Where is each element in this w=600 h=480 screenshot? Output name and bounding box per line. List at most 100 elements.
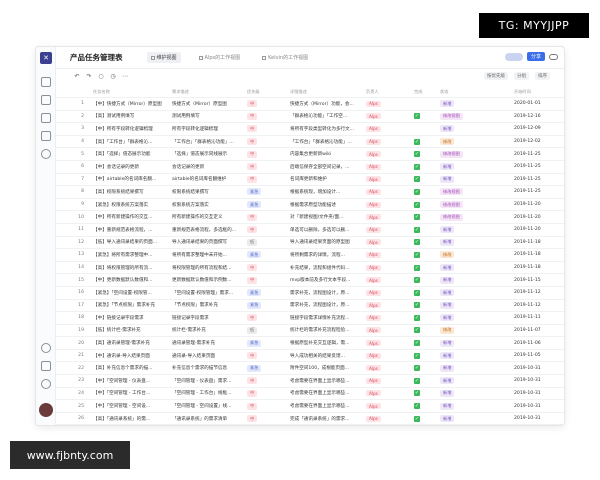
start-date-cell[interactable]: 2019-11-20 [514, 224, 564, 236]
assignee-cell[interactable]: Alps [366, 337, 404, 349]
assignee-cell[interactable]: Alps [366, 148, 404, 160]
table-row[interactable]: 6 【中】会话记录的更新 会话记录的更新中 后端信保存全部空间记录，... Alps ✓ 新… [56, 161, 564, 174]
header-cell[interactable]: 开始时间 [514, 87, 564, 97]
done-cell[interactable]: ✓ [414, 362, 436, 374]
assignee-cell[interactable]: Alps [366, 123, 404, 135]
requirement-cell[interactable]: 重新规范表格流程，多选框的... [172, 224, 244, 236]
requirement-cell[interactable]: 「工作台」「群表格沁功能」... [172, 136, 244, 148]
priority-cell[interactable]: 紧急 [247, 186, 287, 198]
priority-cell[interactable]: 紧急 [247, 337, 287, 349]
assignee-cell[interactable]: Alps [366, 186, 404, 198]
start-date-cell[interactable]: 2019-12-16 [514, 111, 564, 123]
done-cell[interactable]: ✓ [414, 274, 436, 286]
detail-cell[interactable]: 链接字段需求详情补充流程... [290, 312, 366, 324]
detail-cell[interactable]: 内容集合更新新wiki [290, 148, 366, 160]
check-icon[interactable]: ✓ [414, 390, 420, 397]
history-icon[interactable]: ◷ [110, 73, 116, 80]
header-cell[interactable]: 状态 [440, 87, 500, 97]
detail-cell[interactable]: 导入通讯录结果页面的原型图 [290, 237, 366, 249]
assignee-cell[interactable]: Alps [366, 350, 404, 362]
detail-cell[interactable]: 快捷方式（Mirror）功能，会... [290, 98, 366, 110]
status-cell[interactable]: 新增 [440, 274, 500, 286]
priority-cell[interactable]: 中 [247, 312, 287, 324]
start-date-cell[interactable]: 2019-11-06 [514, 337, 564, 349]
task-name-cell[interactable]: 【中】所有字段转化逻辑梳理 [93, 123, 163, 135]
task-name-cell[interactable]: 【紧急】权限系统方案落实 [93, 199, 163, 211]
file-icon[interactable] [41, 131, 51, 141]
header-cell[interactable]: 优先级 [247, 87, 287, 97]
start-date-cell[interactable]: 2019-10-31 [514, 375, 564, 387]
status-cell[interactable]: 修改 [440, 249, 500, 261]
assignee-cell[interactable]: Alps [366, 388, 404, 400]
header-cell[interactable]: 完成 [414, 87, 436, 97]
requirement-cell[interactable]: 更新数据默认数值和示例数... [172, 274, 244, 286]
header-cell[interactable]: 详细描述 [290, 87, 366, 97]
detail-cell[interactable]: 名词库更新和维护 [290, 174, 366, 186]
tab-alps-view[interactable]: Alps的工作视图 [195, 52, 245, 63]
check-icon[interactable]: ✓ [414, 340, 420, 347]
requirement-cell[interactable]: 将权限管理的所有流程和结... [172, 262, 244, 274]
status-cell[interactable]: 新增 [440, 375, 500, 387]
assignee-cell[interactable]: Alps [366, 249, 404, 261]
table-row[interactable]: 3 【中】所有字段转化逻辑梳理 所有字段转化逻辑梳理中 将所有字段类型转化为多行文..… [56, 123, 564, 136]
done-cell[interactable]: ✓ [414, 413, 436, 425]
check-icon[interactable]: ✓ [414, 188, 420, 195]
priority-cell[interactable]: 中 [247, 174, 287, 186]
collaborator-avatars[interactable] [504, 52, 523, 61]
task-name-cell[interactable]: 【中】重新规范表格流程，... [93, 224, 163, 236]
start-date-cell[interactable]: 2020-01-01 [514, 98, 564, 110]
status-cell[interactable]: 新增 [440, 98, 500, 110]
priority-cell[interactable]: 中 [247, 350, 287, 362]
status-cell[interactable]: 新增 [440, 413, 500, 425]
table-row[interactable]: 25 【中】「空间管理 - 空间设... 「空间管理 - 空间设置」线... 中 考虑需… [56, 400, 564, 413]
header-cell[interactable]: 负责人 [366, 87, 404, 97]
status-cell[interactable]: 新增 [440, 237, 500, 249]
done-cell[interactable]: ✓ [414, 186, 436, 198]
requirement-cell[interactable]: 将所有需求整理中未开始... [172, 249, 244, 261]
done-cell[interactable]: ✓ [414, 287, 436, 299]
priority-cell[interactable]: 中 [247, 388, 287, 400]
requirement-cell[interactable]: airtable的名词库名翻维护 [172, 174, 244, 186]
assignee-cell[interactable]: Alps [366, 98, 404, 110]
priority-cell[interactable]: 紧急 [247, 300, 287, 312]
detail-cell[interactable]: 将所有字段类型转化为多行文... [290, 123, 366, 135]
avatar[interactable] [39, 403, 53, 417]
detail-cell[interactable]: mvp版本前及多行文本字段... [290, 274, 366, 286]
task-name-cell[interactable]: 【紧急】将所有需求整理中... [93, 249, 163, 261]
done-cell[interactable]: ✓ [414, 375, 436, 387]
check-icon[interactable]: ✓ [414, 251, 420, 258]
task-name-cell[interactable]: 【高】权限系统结果撰写 [93, 186, 163, 198]
start-date-cell[interactable]: 2019-11-12 [514, 300, 564, 312]
check-icon[interactable]: ✓ [414, 239, 420, 246]
done-cell[interactable]: ✓ [414, 300, 436, 312]
task-name-cell[interactable]: 【中】会话记录的更新 [93, 161, 163, 173]
priority-cell[interactable]: 中 [247, 224, 287, 236]
requirement-cell[interactable]: 「空间管理 - 空间设置」线... [172, 400, 244, 412]
tab-maintenance-view[interactable]: 维护视图 [146, 52, 181, 63]
requirement-cell[interactable]: 「节点权限」需求补充 [172, 300, 244, 312]
done-cell[interactable]: ✓ [414, 148, 436, 160]
check-icon[interactable]: ✓ [414, 138, 420, 145]
done-cell[interactable]: ✓ [414, 312, 436, 324]
detail-cell[interactable]: 补充结果，流程和组件代码... [290, 262, 366, 274]
requirement-cell[interactable]: 统计栏-需求补充 [172, 325, 244, 337]
start-date-cell[interactable]: 2019-10-31 [514, 388, 564, 400]
table-row[interactable]: 12 【低】导入通讯录结果的页面... 导入通讯录结果的页面撰写低 导入通讯录结果页面… [56, 237, 564, 250]
priority-cell[interactable]: 紧急 [247, 249, 287, 261]
priority-cell[interactable]: 中 [247, 123, 287, 135]
store-icon[interactable] [41, 113, 51, 123]
task-name-cell[interactable]: 【中】通讯录-导入结果页面 [93, 350, 163, 362]
requirement-cell[interactable]: 会话记录的更新 [172, 161, 244, 173]
detail-cell[interactable]: 需求补充，流程图设计，原... [290, 287, 366, 299]
done-cell[interactable]: ✓ [414, 249, 436, 261]
check-icon[interactable]: ✓ [414, 314, 420, 321]
priority-cell[interactable]: 中 [247, 111, 287, 123]
check-icon[interactable]: ✓ [414, 226, 420, 233]
more-icon[interactable]: ⋯ [122, 73, 128, 80]
done-cell[interactable]: ✓ [414, 111, 436, 123]
grid-icon[interactable] [41, 77, 51, 87]
table-row[interactable]: 8 【高】权限系统结果撰写 权限系统结果撰写 紧急 根据系统现，增加设计... Alps ✓… [56, 186, 564, 199]
assignee-cell[interactable]: Alps [366, 237, 404, 249]
table-row[interactable]: 5 【高】「选择」值态展示功能 「选择」值态展示同线展示中 内容集合更新新wiki Al… [56, 148, 564, 161]
requirement-cell[interactable]: 所有新建操作的交互定义 [172, 211, 244, 223]
